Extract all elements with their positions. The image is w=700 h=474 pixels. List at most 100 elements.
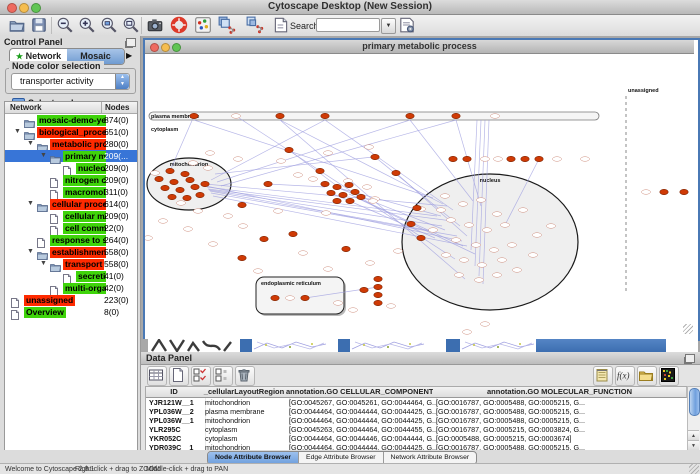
node-label-oval[interactable] <box>254 269 263 274</box>
scrollbar-thumb[interactable] <box>689 388 700 416</box>
table-cell[interactable]: cytoplasm <box>202 434 290 443</box>
network-node[interactable] <box>360 287 368 292</box>
tree-header[interactable]: Network Nodes <box>5 102 137 114</box>
window-resize-grip[interactable] <box>689 464 699 474</box>
create-attribute-icon[interactable] <box>169 366 189 386</box>
node-label-oval[interactable] <box>460 258 469 263</box>
table-cell[interactable]: [GO:0045267, GO:0045261, GO:0044464, G..… <box>286 398 437 407</box>
tree-row-metabolic-process[interactable]: ▼metabolic process280(0) <box>5 138 137 150</box>
node-label-oval[interactable] <box>159 219 168 224</box>
node-label-oval[interactable] <box>322 211 331 216</box>
node-label-oval[interactable] <box>204 166 213 171</box>
table-cell[interactable]: [GO:0005488, GO:0005215, GO:0003674] <box>433 434 689 443</box>
network-node[interactable] <box>342 246 350 251</box>
node-label-oval[interactable] <box>189 161 198 166</box>
node-label-oval[interactable] <box>553 157 562 162</box>
network-node[interactable] <box>166 168 174 173</box>
node-label-oval[interactable] <box>459 202 468 207</box>
save-session-icon[interactable] <box>30 16 48 34</box>
open-session-icon[interactable] <box>8 16 26 34</box>
zoom-out-icon[interactable] <box>56 16 74 34</box>
node-label-oval[interactable] <box>324 267 333 272</box>
background-window[interactable] <box>252 339 338 352</box>
tree-row-biological-process[interactable]: ▼biological_process651(0) <box>5 126 137 138</box>
table-cell[interactable]: cytoplasm <box>202 425 290 434</box>
annotation-icon[interactable] <box>272 16 290 34</box>
node-label-oval[interactable] <box>547 224 556 229</box>
node-label-oval[interactable] <box>309 177 318 182</box>
node-label-oval[interactable] <box>184 227 193 232</box>
node-label-oval[interactable] <box>493 273 502 278</box>
node-label-oval[interactable] <box>533 233 542 238</box>
node-label-oval[interactable] <box>472 243 481 248</box>
network-node[interactable] <box>374 284 382 289</box>
network-node[interactable] <box>357 194 365 199</box>
network-node[interactable] <box>168 194 176 199</box>
help-icon[interactable] <box>170 16 188 34</box>
select-attributes-icon[interactable] <box>191 366 211 386</box>
table-cell[interactable]: [GO:0045263, GO:0044464, GO:0044455, G..… <box>286 425 437 434</box>
table-cell[interactable]: [GO:0016787, GO:0005215, GO:0003824, G..… <box>433 425 689 434</box>
expander-icon[interactable]: ▼ <box>40 152 47 159</box>
node-label-oval[interactable] <box>437 208 446 213</box>
view-resize-grip[interactable] <box>683 324 693 334</box>
node-label-oval[interactable] <box>452 238 461 243</box>
background-window[interactable] <box>148 339 240 352</box>
network-node[interactable] <box>407 221 415 226</box>
expander-icon[interactable]: ▼ <box>27 140 34 147</box>
table-cell[interactable]: YPL036W__2 <box>146 407 206 416</box>
float-panel-icon[interactable] <box>126 38 136 47</box>
network-node[interactable] <box>660 189 668 194</box>
column-header-3[interactable]: annotation.GO CELLULAR_COMPONENT <box>286 387 434 398</box>
expander-icon[interactable]: ▼ <box>27 248 34 255</box>
network-node[interactable] <box>321 113 329 118</box>
search-input[interactable] <box>316 18 380 32</box>
column-header-4[interactable]: annotation.GO MOLECULAR_FUNCTION <box>433 387 687 398</box>
expander-icon[interactable]: ▼ <box>14 128 21 135</box>
network-node[interactable] <box>276 113 284 118</box>
node-label-oval[interactable] <box>513 268 522 273</box>
network-node[interactable] <box>191 184 199 189</box>
tree-row-establishment-of-lo[interactable]: ▼establishment of lo558(0) <box>5 246 137 258</box>
node-label-oval[interactable] <box>498 258 507 263</box>
node-label-oval[interactable] <box>334 301 343 306</box>
node-label-oval[interactable] <box>478 263 487 268</box>
network-node[interactable] <box>301 295 309 300</box>
node-label-oval[interactable] <box>209 242 218 247</box>
tree-row-response-to-stimulu[interactable]: response to stimulu264(0) <box>5 234 137 246</box>
table-cell[interactable]: mitochondrion <box>202 398 290 407</box>
network-node[interactable] <box>333 184 341 189</box>
node-label-oval[interactable] <box>294 173 303 178</box>
table-cell[interactable]: YLR295C <box>146 425 206 434</box>
node-label-oval[interactable] <box>363 185 372 190</box>
node-label-oval[interactable] <box>493 212 502 217</box>
network-node[interactable] <box>535 156 543 161</box>
network-node[interactable] <box>449 156 457 161</box>
node-label-oval[interactable] <box>465 223 474 228</box>
node-label-oval[interactable] <box>490 248 499 253</box>
node-color-dropdown[interactable]: transporter activity ▲▼ <box>11 73 130 90</box>
region-plasma-membrane[interactable] <box>149 112 599 120</box>
node-label-oval[interactable] <box>394 249 403 254</box>
network-edge[interactable] <box>217 120 410 182</box>
node-label-oval[interactable] <box>324 151 333 156</box>
search-dropdown-button[interactable]: ▼ <box>381 18 396 34</box>
network-edge[interactable] <box>211 120 325 180</box>
network-node[interactable] <box>176 187 184 192</box>
network-node[interactable] <box>271 295 279 300</box>
expander-icon[interactable]: ▼ <box>40 260 47 267</box>
table-cell[interactable]: [GO:0016787, GO:0005488, GO:0005215, G..… <box>433 416 689 425</box>
network-node[interactable] <box>374 292 382 297</box>
node-label-oval[interactable] <box>441 194 450 199</box>
network-node[interactable] <box>392 170 400 175</box>
unselect-attributes-icon[interactable] <box>213 366 233 386</box>
tree-col-network[interactable]: Network <box>10 103 42 112</box>
network-node[interactable] <box>333 198 341 203</box>
configure-search-icon[interactable] <box>398 16 416 34</box>
network-node[interactable] <box>264 181 272 186</box>
node-label-oval[interactable] <box>145 236 153 241</box>
network-node[interactable] <box>406 113 414 118</box>
attribute-matrix-icon[interactable] <box>659 366 679 386</box>
node-label-oval[interactable] <box>455 273 464 278</box>
node-label-oval[interactable] <box>194 209 203 214</box>
